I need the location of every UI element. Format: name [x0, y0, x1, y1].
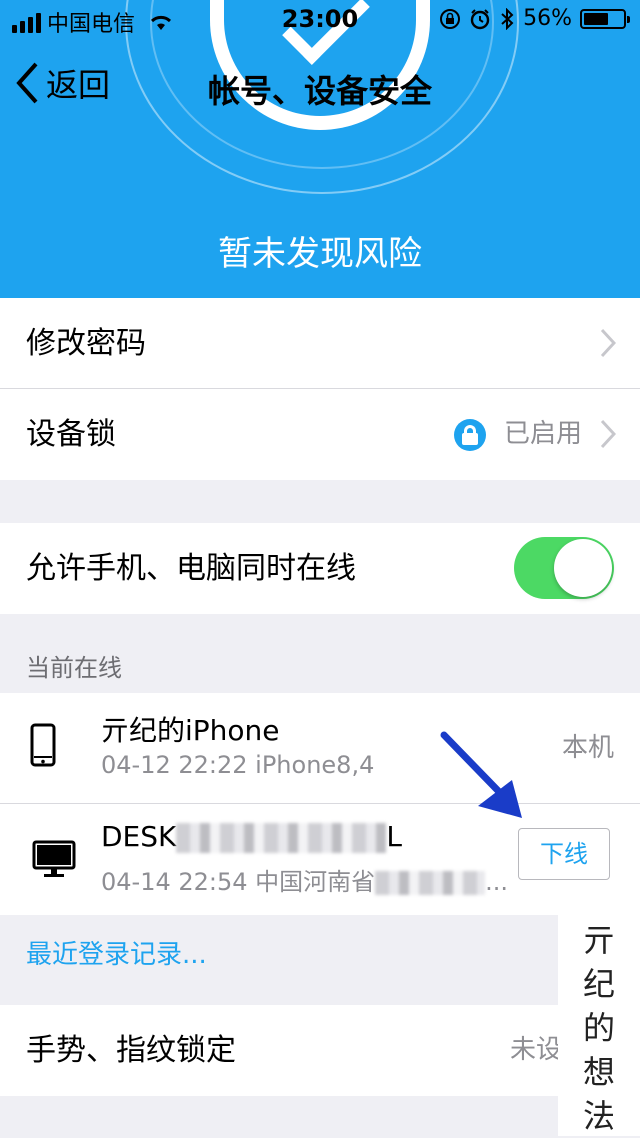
redacted-location — [375, 871, 486, 895]
chevron-right-icon — [600, 328, 616, 358]
change-password-row[interactable]: 修改密码 — [0, 298, 640, 389]
watermark-char: 想 — [582, 1053, 615, 1091]
change-password-label: 修改密码 — [26, 326, 146, 361]
allow-online-toggle[interactable] — [514, 537, 614, 599]
watermark: 亓 纪 的 想 法 — [558, 906, 640, 1136]
page-title: 帐号、设备安全 — [207, 72, 432, 110]
gesture-lock-label: 手势、指纹锁定 — [26, 1033, 236, 1068]
orientation-lock-icon — [440, 8, 461, 29]
phone-icon — [30, 723, 56, 767]
this-device-tag: 本机 — [561, 733, 614, 763]
bluetooth-icon — [501, 7, 514, 30]
device-name: DESK L — [101, 820, 402, 853]
device-row-iphone: 亓纪的iPhone 04-12 22:22 iPhone8,4 本机 — [0, 693, 640, 804]
gesture-settings-group: 手势、指纹锁定 未设 — [0, 1005, 640, 1096]
online-settings-group: 允许手机、电脑同时在线 — [0, 523, 640, 614]
recent-login-link[interactable]: 最近登录记录... — [26, 934, 207, 971]
section-title-current-online: 当前在线 — [26, 654, 122, 682]
status-bar: 中国电信 23:00 56% — [0, 0, 640, 40]
toggle-knob — [554, 539, 612, 597]
chevron-right-icon — [600, 419, 616, 449]
device-meta: 04-14 22:54 中国河南省... — [101, 868, 509, 896]
alarm-icon — [470, 8, 490, 29]
watermark-char: 法 — [582, 1097, 615, 1135]
device-row-desktop: DESK L 04-14 22:54 中国河南省... 下线 — [0, 804, 640, 915]
redacted-name — [176, 823, 387, 853]
gesture-lock-status: 未设 — [509, 1035, 562, 1065]
device-meta: 04-12 22:22 iPhone8,4 — [101, 751, 375, 779]
header-banner: 中国电信 23:00 56% 返回 帐号、设备安全 暂未发现风险 — [0, 0, 640, 298]
offline-button[interactable]: 下线 — [518, 828, 610, 880]
online-devices-list: 亓纪的iPhone 04-12 22:22 iPhone8,4 本机 DESK L… — [0, 693, 640, 915]
battery-icon — [580, 8, 630, 29]
device-lock-label: 设备锁 — [26, 417, 116, 452]
security-settings-group: 修改密码 设备锁 已启用 — [0, 298, 640, 480]
gesture-lock-row[interactable]: 手势、指纹锁定 未设 — [0, 1005, 640, 1096]
device-lock-status: 已启用 — [503, 419, 582, 449]
nav-bar: 返回 帐号、设备安全 — [0, 52, 640, 116]
battery-percent: 56% — [523, 6, 572, 31]
device-name: 亓纪的iPhone — [101, 714, 280, 747]
allow-online-row: 允许手机、电脑同时在线 — [0, 523, 640, 614]
desktop-icon — [32, 840, 76, 877]
watermark-char: 亓 — [582, 921, 615, 959]
watermark-char: 的 — [582, 1009, 615, 1047]
allow-online-label: 允许手机、电脑同时在线 — [26, 551, 356, 586]
lock-icon — [454, 419, 486, 451]
risk-status-text: 暂未发现风险 — [218, 234, 422, 274]
device-lock-row[interactable]: 设备锁 已启用 — [0, 389, 640, 480]
watermark-char: 纪 — [582, 965, 615, 1003]
